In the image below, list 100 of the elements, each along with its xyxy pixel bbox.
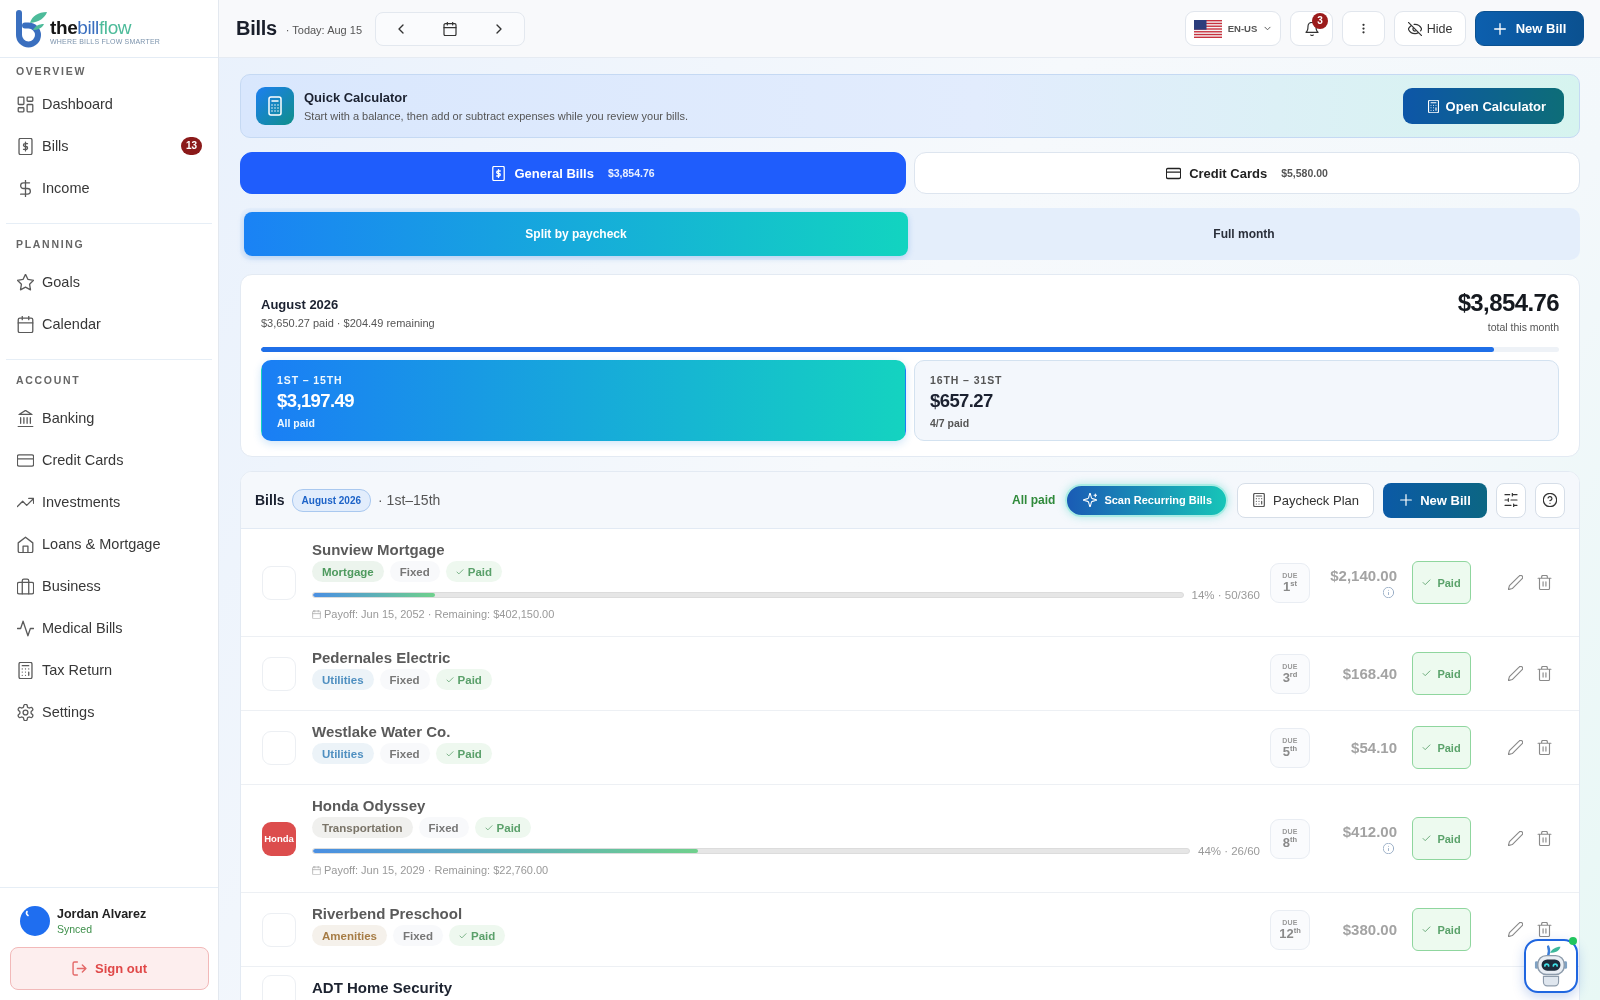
sign-out-icon xyxy=(72,961,87,976)
house-icon xyxy=(17,535,34,553)
delete-button[interactable] xyxy=(1537,666,1552,681)
nav-item[interactable]: Income xyxy=(6,167,212,209)
dashboard-icon xyxy=(17,95,34,113)
trash-icon xyxy=(1537,666,1552,681)
nav-item[interactable]: Investments xyxy=(6,481,212,523)
check-icon xyxy=(1422,743,1432,752)
chevron-down-icon xyxy=(1263,24,1273,33)
status-text: Paid xyxy=(496,821,521,834)
tab-amount: $5,580.00 xyxy=(1281,167,1328,179)
view-option[interactable]: Full month xyxy=(912,212,1576,256)
credit-card-icon xyxy=(17,451,34,469)
progress-reading: 44% · 26/60 xyxy=(1198,844,1260,858)
calculator-icon xyxy=(1426,99,1440,113)
online-dot-icon xyxy=(1569,937,1577,945)
due-day: 1$^{st}$ xyxy=(1283,578,1297,594)
nav-item[interactable]: Tax Return xyxy=(6,649,212,691)
edit-button[interactable] xyxy=(1508,922,1523,937)
nav-item[interactable]: Goals xyxy=(6,261,212,303)
calendar-icon xyxy=(312,866,321,875)
bill-amount: $168.40 xyxy=(1342,665,1397,682)
pencil-icon xyxy=(1508,831,1523,846)
nav-item[interactable]: Calendar xyxy=(6,303,212,345)
calculator-icon xyxy=(256,87,294,125)
credit-card-icon xyxy=(1166,165,1182,181)
new-bill-button[interactable]: New Bill xyxy=(1383,482,1487,518)
settings-icon xyxy=(17,703,34,721)
nav-item[interactable]: Settings xyxy=(6,691,212,733)
section-heading: ACCOUNT xyxy=(15,373,82,388)
category-tag: Mortgage xyxy=(312,561,384,582)
check-icon xyxy=(455,567,464,576)
check-icon xyxy=(459,931,467,940)
edit-button[interactable] xyxy=(1508,831,1523,846)
category-tag: Utilities xyxy=(312,743,374,764)
payoff-text: Payoff: Jun 15, 2052 · Remaining: $402,150.00 xyxy=(324,608,555,621)
trash-icon xyxy=(1537,740,1552,755)
pencil-icon xyxy=(1508,740,1523,755)
avatar-icon xyxy=(20,906,50,936)
assistant-button[interactable] xyxy=(1524,939,1578,993)
paid-status: All paid xyxy=(1012,493,1056,507)
category-tag: Utilities xyxy=(312,669,374,690)
pulse-icon xyxy=(17,619,34,637)
frequency-tag: Fixed xyxy=(418,817,469,838)
nav-item[interactable]: Dashboard xyxy=(6,83,212,125)
star-icon xyxy=(17,273,34,291)
delete-button[interactable] xyxy=(1537,922,1552,937)
summary-total-label: total this month xyxy=(1486,321,1559,333)
due-day: 3$^{rd}$ xyxy=(1282,669,1298,685)
due-day: 5$^{th}$ xyxy=(1282,743,1298,759)
period-card[interactable]: 16TH – 31ST $657.27 4/7 paid xyxy=(914,360,1559,441)
notifications-button[interactable]: 3 xyxy=(1290,11,1333,46)
tab[interactable]: General Bills $3,854.76 xyxy=(240,152,906,194)
status-text: Paid xyxy=(467,565,493,578)
bill-amount: $412.00 xyxy=(1342,823,1397,840)
nav-item[interactable]: Medical Bills xyxy=(6,607,212,649)
period-range: 16TH – 31ST xyxy=(930,374,1004,386)
dollar-receipt-icon xyxy=(491,165,507,181)
nav-item[interactable]: Loans & Mortgage xyxy=(6,523,212,565)
delete-button[interactable] xyxy=(1537,831,1552,846)
new-bill-button[interactable]: New Bill xyxy=(1475,11,1584,46)
edit-button[interactable] xyxy=(1508,740,1523,755)
due-day: 8$^{th}$ xyxy=(1282,834,1298,850)
pencil-icon xyxy=(1508,666,1523,681)
bank-icon xyxy=(17,409,34,427)
today-label: · Today: Aug 15 xyxy=(285,24,362,36)
nav-item[interactable]: Credit Cards xyxy=(6,439,212,481)
payoff-text: Payoff: Jun 15, 2029 · Remaining: $22,760.00 xyxy=(324,864,549,877)
plus-icon xyxy=(1399,493,1414,507)
check-icon xyxy=(484,823,493,832)
tab[interactable]: Credit Cards $5,580.00 xyxy=(914,152,1580,194)
sign-out-button[interactable]: Sign out xyxy=(10,947,209,990)
nav-item[interactable]: Bills 13 xyxy=(6,125,212,167)
bill-name: Riverbend Preschool xyxy=(312,905,464,923)
delete-button[interactable] xyxy=(1537,740,1552,755)
user-name: Jordan Alvarez xyxy=(57,907,147,921)
range-label: · 1st–15th xyxy=(378,492,441,508)
paycheck-plan-button[interactable]: Paycheck Plan xyxy=(1237,482,1374,518)
filter-button[interactable] xyxy=(1496,482,1526,518)
help-icon xyxy=(1543,493,1557,507)
status-text: Paid xyxy=(457,673,482,686)
check-icon xyxy=(1422,578,1432,587)
nav-item[interactable]: Business xyxy=(6,565,212,607)
nav-item[interactable]: Banking xyxy=(6,397,212,439)
category-tag: Transportation xyxy=(312,817,413,838)
open-calculator-button[interactable]: Open Calculator xyxy=(1402,88,1564,124)
pencil-icon xyxy=(1508,922,1523,937)
edit-button[interactable] xyxy=(1508,666,1523,681)
language-select[interactable]: EN-US xyxy=(1185,11,1281,46)
summary-month: August 2026 xyxy=(261,297,340,312)
list-title: Bills xyxy=(255,492,285,508)
help-button[interactable] xyxy=(1535,482,1565,518)
edit-button[interactable] xyxy=(1508,575,1523,590)
delete-button[interactable] xyxy=(1537,575,1552,590)
summary-total: $3,854.76 xyxy=(1457,289,1559,317)
trash-icon xyxy=(1537,831,1552,846)
count-badge: 13 xyxy=(180,137,202,155)
period-card[interactable]: 1ST – 15TH $3,197.49 All paid xyxy=(261,360,906,441)
notification-badge: 3 xyxy=(1312,13,1328,29)
hide-button[interactable]: Hide xyxy=(1394,11,1466,46)
